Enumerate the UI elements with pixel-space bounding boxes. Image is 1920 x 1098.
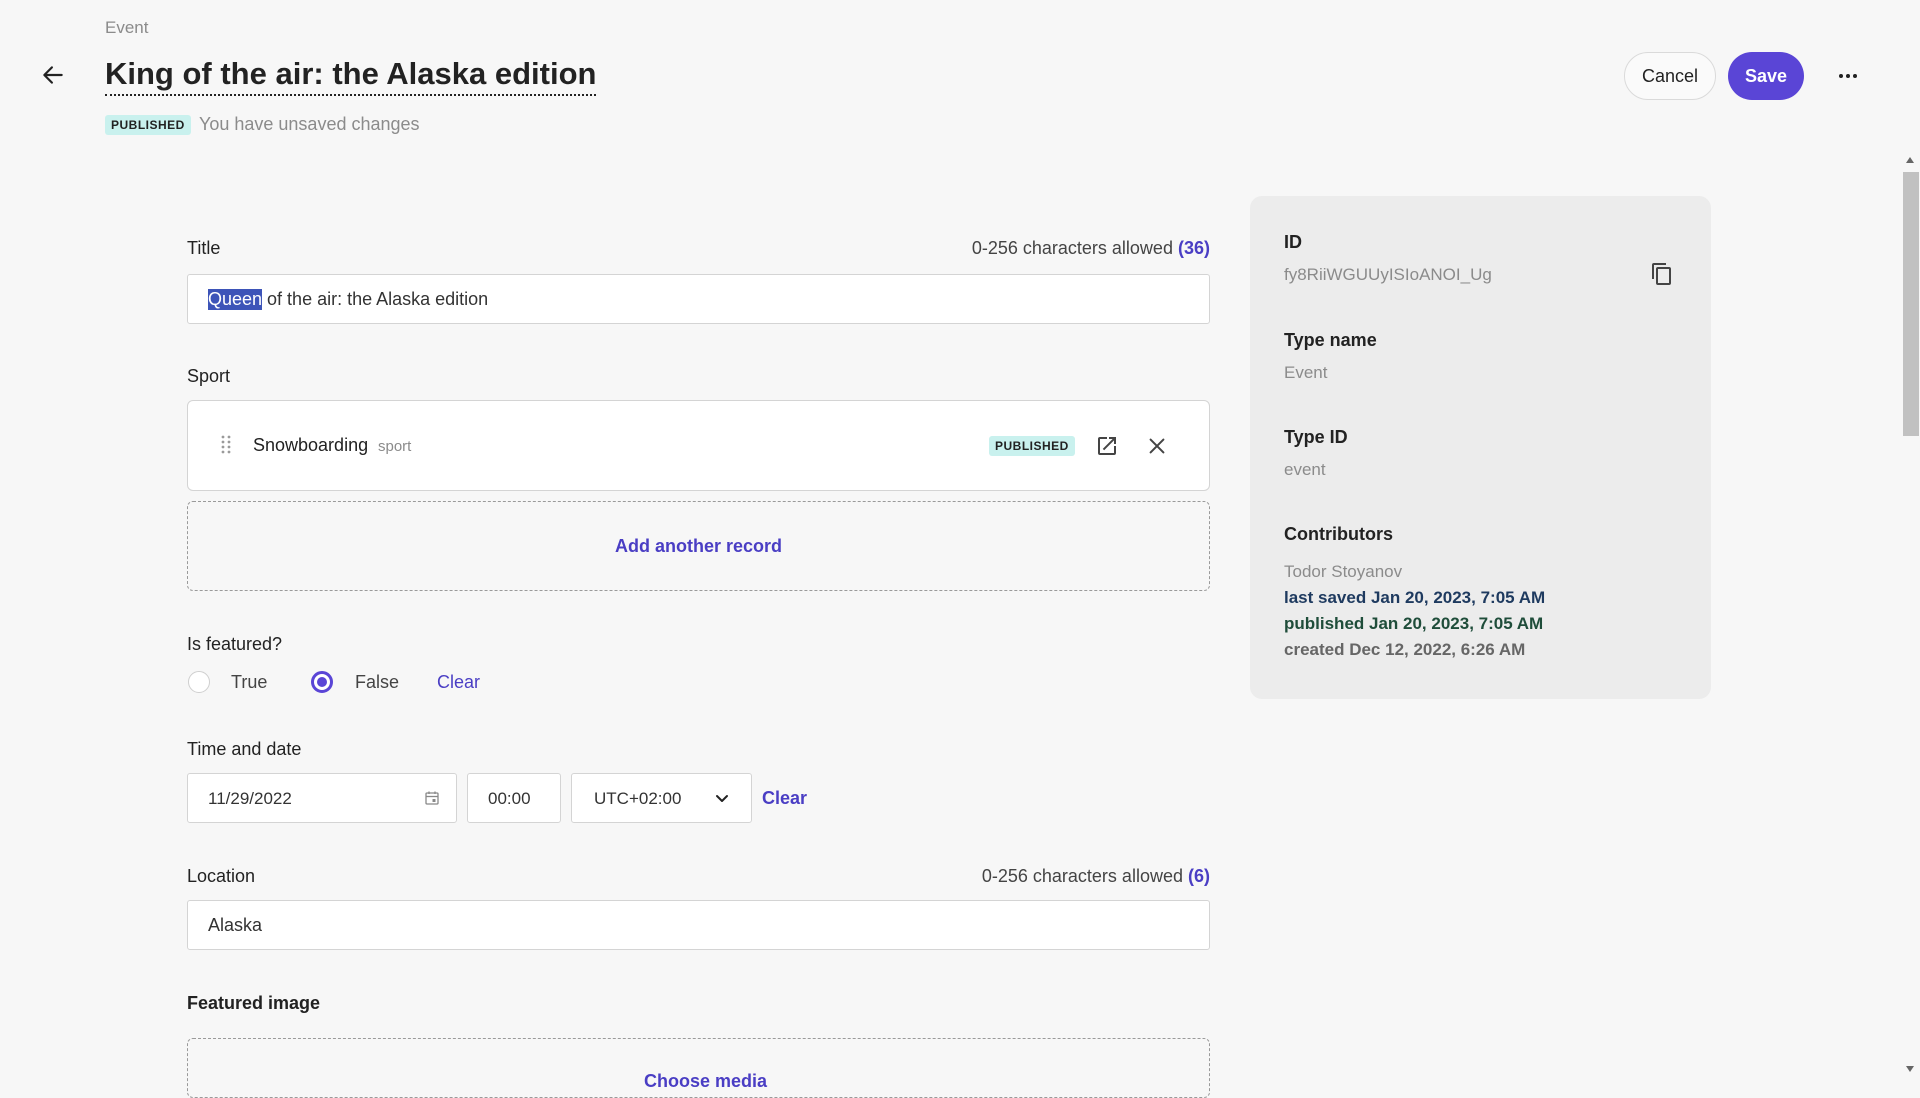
title-counter-value: (36) xyxy=(1177,238,1210,258)
drag-handle-icon[interactable] xyxy=(220,435,232,457)
time-date-label: Time and date xyxy=(187,739,302,759)
id-label: ID xyxy=(1284,232,1302,252)
contributors-label: Contributors xyxy=(1284,524,1393,544)
location-char-counter: 0-256 characters allowed (6) xyxy=(900,866,1210,887)
id-value: fy8RiiWGUUyISIoANOI_Ug xyxy=(1284,265,1492,284)
radio-false-label[interactable]: False xyxy=(355,672,399,693)
is-featured-label: Is featured? xyxy=(187,634,283,654)
title-input[interactable]: Queen of the air: the Alaska edition xyxy=(187,274,1210,324)
calendar-icon[interactable] xyxy=(424,790,440,806)
copy-icon[interactable] xyxy=(1650,262,1674,286)
open-external-icon[interactable] xyxy=(1095,434,1119,458)
published-text: published Jan 20, 2023, 7:05 AM xyxy=(1284,614,1544,633)
title-char-counter: 0-256 characters allowed (36) xyxy=(900,238,1210,259)
save-button[interactable]: Save xyxy=(1728,52,1804,100)
scroll-down-arrow-icon[interactable] xyxy=(1904,1064,1916,1074)
location-input[interactable]: Alaska xyxy=(187,900,1210,950)
location-label: Location xyxy=(187,866,256,886)
created-text: created Dec 12, 2022, 6:26 AM xyxy=(1284,640,1526,659)
featured-image-dropzone[interactable]: Choose media xyxy=(187,1038,1210,1098)
record-info-panel: ID fy8RiiWGUUyISIoANOI_Ug Type name Even… xyxy=(1250,196,1711,699)
sport-record-card: Snowboarding sport PUBLISHED xyxy=(187,400,1210,491)
unsaved-changes-text: You have unsaved changes xyxy=(199,114,420,134)
sport-record-type: sport xyxy=(378,438,412,455)
type-name-label: Type name xyxy=(1284,330,1377,350)
sport-status-badge: PUBLISHED xyxy=(989,436,1075,456)
sport-label: Sport xyxy=(187,366,231,386)
cancel-button[interactable]: Cancel xyxy=(1624,52,1716,100)
title-label: Title xyxy=(187,238,221,258)
remove-icon[interactable] xyxy=(1146,435,1168,457)
radio-false[interactable] xyxy=(311,671,333,693)
location-counter-value: (6) xyxy=(1188,866,1210,886)
scroll-up-arrow-icon[interactable] xyxy=(1904,155,1916,165)
breadcrumb: Event xyxy=(105,18,149,37)
scrollbar-thumb[interactable] xyxy=(1903,172,1919,436)
title-counter-text: 0-256 characters allowed xyxy=(971,238,1173,258)
type-name-value: Event xyxy=(1284,363,1328,382)
title-text-rest: of the air: the Alaska edition xyxy=(262,288,489,309)
add-another-record-button[interactable]: Add another record xyxy=(187,501,1210,591)
chevron-down-icon xyxy=(716,795,728,802)
type-id-label: Type ID xyxy=(1284,427,1348,447)
date-value: 11/29/2022 xyxy=(208,789,292,808)
radio-true-label[interactable]: True xyxy=(231,672,267,693)
last-saved-text: last saved Jan 20, 2023, 7:05 AM xyxy=(1284,588,1546,607)
timezone-select[interactable]: UTC+02:00 xyxy=(571,773,752,823)
location-counter-text: 0-256 characters allowed xyxy=(981,866,1183,886)
contributor-name: Todor Stoyanov xyxy=(1284,562,1403,581)
time-input[interactable]: 00:00 xyxy=(467,773,561,823)
title-selected-text: Queen xyxy=(208,288,263,310)
date-input[interactable]: 11/29/2022 xyxy=(187,773,457,823)
timezone-value: UTC+02:00 xyxy=(594,789,682,808)
time-value: 00:00 xyxy=(488,789,531,808)
more-options-icon[interactable] xyxy=(1836,64,1860,88)
page-title[interactable]: King of the air: the Alaska edition xyxy=(105,55,597,96)
radio-true[interactable] xyxy=(188,671,210,693)
featured-clear-link[interactable]: Clear xyxy=(437,672,480,693)
datetime-clear-link[interactable]: Clear xyxy=(762,788,807,809)
sport-record-name[interactable]: Snowboarding xyxy=(253,435,368,456)
featured-image-label: Featured image xyxy=(187,993,321,1013)
back-arrow-icon[interactable] xyxy=(40,62,66,88)
type-id-value: event xyxy=(1284,460,1326,479)
status-badge: PUBLISHED xyxy=(105,115,191,135)
